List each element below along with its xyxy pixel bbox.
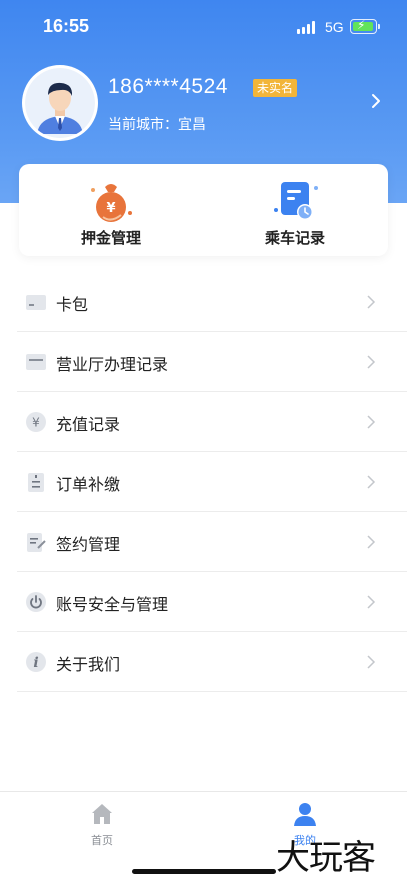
ride-record-icon	[274, 182, 318, 220]
order-icon	[28, 473, 44, 492]
info-icon: i	[26, 652, 46, 672]
home-icon	[92, 804, 112, 824]
status-time: 16:55	[43, 16, 90, 36]
card-wallet-icon	[26, 295, 46, 310]
menu-item-service-hall-records[interactable]: 营业厅办理记录	[17, 332, 407, 392]
menu-label: 关于我们	[56, 655, 121, 674]
yuan-icon: ¥	[26, 412, 46, 432]
identity-status-badge[interactable]: 未实名	[253, 79, 298, 97]
avatar[interactable]	[22, 65, 98, 141]
tab-home[interactable]: 首页	[0, 792, 204, 852]
city-label: 当前城市：	[108, 117, 178, 133]
chevron-right-icon	[367, 475, 376, 489]
chevron-right-icon	[367, 295, 376, 309]
ride-record-label: 乘车记录	[264, 229, 325, 247]
menu-label: 充值记录	[56, 415, 121, 434]
user-icon	[294, 803, 316, 826]
watermark-text: 大玩客	[276, 838, 376, 878]
menu-item-card-wallet[interactable]: 卡包	[17, 272, 407, 332]
home-indicator[interactable]	[132, 869, 276, 874]
svg-text:¥: ¥	[32, 416, 40, 430]
battery-icon: ⚡	[350, 18, 380, 34]
network-label: 5G	[325, 19, 344, 35]
menu-label: 签约管理	[56, 535, 121, 554]
city-value: 宜昌	[178, 117, 206, 133]
menu-label: 账号安全与管理	[56, 595, 169, 614]
menu-item-order-payment[interactable]: 订单补缴	[17, 452, 407, 512]
menu-item-contract-management[interactable]: 签约管理	[17, 512, 407, 572]
chevron-right-icon	[367, 535, 376, 549]
quick-actions-card: ¥ 押金管理 乘车记录	[19, 164, 388, 256]
contract-icon	[27, 533, 46, 552]
money-bag-icon: ¥	[91, 184, 132, 222]
tab-home-label: 首页	[91, 834, 113, 847]
status-bar: 16:55 5G ⚡	[0, 0, 407, 54]
chevron-right-icon	[367, 655, 376, 669]
user-phone: 186****4524	[108, 75, 228, 98]
ride-record-button[interactable]: 乘车记录	[203, 164, 387, 256]
power-icon	[26, 592, 46, 612]
menu-label: 卡包	[56, 295, 89, 314]
settings-menu: 卡包 营业厅办理记录 ¥ 充值记录 订单补缴 签约管理 账号安全与管理 i 关于…	[17, 272, 407, 692]
chevron-right-icon	[367, 415, 376, 429]
menu-item-about-us[interactable]: i 关于我们	[17, 632, 407, 692]
svg-text:i: i	[33, 655, 38, 671]
menu-item-account-security[interactable]: 账号安全与管理	[17, 572, 407, 632]
chevron-right-icon	[367, 355, 376, 369]
chevron-right-icon	[367, 595, 376, 609]
deposit-management-button[interactable]: ¥ 押金管理	[19, 164, 203, 256]
service-hall-icon	[26, 354, 46, 370]
chevron-right-icon[interactable]	[368, 93, 384, 109]
menu-label: 订单补缴	[56, 475, 121, 494]
signal-icon	[297, 21, 315, 34]
deposit-management-label: 押金管理	[80, 229, 141, 247]
menu-label: 营业厅办理记录	[56, 355, 169, 374]
current-city: 当前城市：宜昌	[108, 114, 206, 134]
menu-item-recharge-records[interactable]: ¥ 充值记录	[17, 392, 407, 452]
svg-text:¥: ¥	[106, 201, 115, 216]
